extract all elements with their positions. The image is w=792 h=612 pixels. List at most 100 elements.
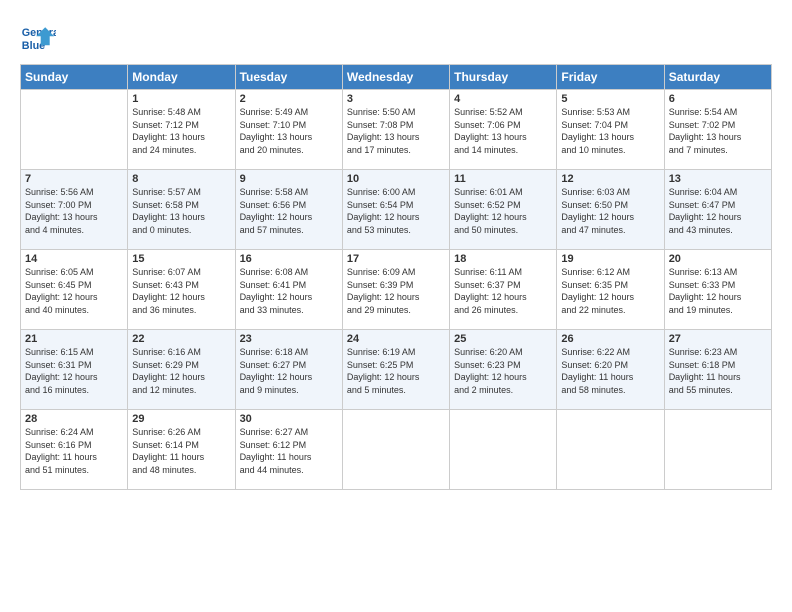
calendar-cell: 13Sunrise: 6:04 AMSunset: 6:47 PMDayligh… bbox=[664, 170, 771, 250]
day-number: 29 bbox=[132, 413, 230, 425]
day-info: Sunrise: 6:12 AMSunset: 6:35 PMDaylight:… bbox=[561, 266, 659, 316]
calendar-cell: 27Sunrise: 6:23 AMSunset: 6:18 PMDayligh… bbox=[664, 330, 771, 410]
calendar-cell: 24Sunrise: 6:19 AMSunset: 6:25 PMDayligh… bbox=[342, 330, 449, 410]
calendar-cell: 20Sunrise: 6:13 AMSunset: 6:33 PMDayligh… bbox=[664, 250, 771, 330]
calendar-cell: 1Sunrise: 5:48 AMSunset: 7:12 PMDaylight… bbox=[128, 90, 235, 170]
calendar-week-5: 28Sunrise: 6:24 AMSunset: 6:16 PMDayligh… bbox=[21, 410, 772, 490]
day-number: 13 bbox=[669, 173, 767, 185]
col-header-thursday: Thursday bbox=[450, 65, 557, 90]
calendar-cell bbox=[342, 410, 449, 490]
calendar-cell: 14Sunrise: 6:05 AMSunset: 6:45 PMDayligh… bbox=[21, 250, 128, 330]
day-number: 15 bbox=[132, 253, 230, 265]
day-info: Sunrise: 5:56 AMSunset: 7:00 PMDaylight:… bbox=[25, 186, 123, 236]
day-info: Sunrise: 6:01 AMSunset: 6:52 PMDaylight:… bbox=[454, 186, 552, 236]
calendar-cell bbox=[450, 410, 557, 490]
day-number: 8 bbox=[132, 173, 230, 185]
day-number: 30 bbox=[240, 413, 338, 425]
day-number: 21 bbox=[25, 333, 123, 345]
day-number: 25 bbox=[454, 333, 552, 345]
day-info: Sunrise: 6:08 AMSunset: 6:41 PMDaylight:… bbox=[240, 266, 338, 316]
day-number: 24 bbox=[347, 333, 445, 345]
day-info: Sunrise: 5:49 AMSunset: 7:10 PMDaylight:… bbox=[240, 106, 338, 156]
col-header-saturday: Saturday bbox=[664, 65, 771, 90]
calendar-cell: 30Sunrise: 6:27 AMSunset: 6:12 PMDayligh… bbox=[235, 410, 342, 490]
calendar-cell: 28Sunrise: 6:24 AMSunset: 6:16 PMDayligh… bbox=[21, 410, 128, 490]
col-header-friday: Friday bbox=[557, 65, 664, 90]
day-info: Sunrise: 6:00 AMSunset: 6:54 PMDaylight:… bbox=[347, 186, 445, 236]
calendar-cell: 26Sunrise: 6:22 AMSunset: 6:20 PMDayligh… bbox=[557, 330, 664, 410]
day-info: Sunrise: 6:04 AMSunset: 6:47 PMDaylight:… bbox=[669, 186, 767, 236]
calendar-cell: 5Sunrise: 5:53 AMSunset: 7:04 PMDaylight… bbox=[557, 90, 664, 170]
calendar-table: SundayMondayTuesdayWednesdayThursdayFrid… bbox=[20, 64, 772, 490]
day-info: Sunrise: 6:22 AMSunset: 6:20 PMDaylight:… bbox=[561, 346, 659, 396]
calendar-week-3: 14Sunrise: 6:05 AMSunset: 6:45 PMDayligh… bbox=[21, 250, 772, 330]
day-number: 1 bbox=[132, 93, 230, 105]
page-header: General Blue bbox=[20, 20, 772, 56]
day-number: 6 bbox=[669, 93, 767, 105]
day-number: 14 bbox=[25, 253, 123, 265]
day-info: Sunrise: 5:57 AMSunset: 6:58 PMDaylight:… bbox=[132, 186, 230, 236]
day-number: 16 bbox=[240, 253, 338, 265]
calendar-cell: 7Sunrise: 5:56 AMSunset: 7:00 PMDaylight… bbox=[21, 170, 128, 250]
calendar-header-row: SundayMondayTuesdayWednesdayThursdayFrid… bbox=[21, 65, 772, 90]
day-number: 28 bbox=[25, 413, 123, 425]
day-info: Sunrise: 5:58 AMSunset: 6:56 PMDaylight:… bbox=[240, 186, 338, 236]
calendar-week-4: 21Sunrise: 6:15 AMSunset: 6:31 PMDayligh… bbox=[21, 330, 772, 410]
calendar-cell: 3Sunrise: 5:50 AMSunset: 7:08 PMDaylight… bbox=[342, 90, 449, 170]
day-info: Sunrise: 5:53 AMSunset: 7:04 PMDaylight:… bbox=[561, 106, 659, 156]
calendar-cell: 19Sunrise: 6:12 AMSunset: 6:35 PMDayligh… bbox=[557, 250, 664, 330]
day-info: Sunrise: 6:26 AMSunset: 6:14 PMDaylight:… bbox=[132, 426, 230, 476]
calendar-cell: 25Sunrise: 6:20 AMSunset: 6:23 PMDayligh… bbox=[450, 330, 557, 410]
day-info: Sunrise: 6:16 AMSunset: 6:29 PMDaylight:… bbox=[132, 346, 230, 396]
calendar-cell: 23Sunrise: 6:18 AMSunset: 6:27 PMDayligh… bbox=[235, 330, 342, 410]
day-info: Sunrise: 5:52 AMSunset: 7:06 PMDaylight:… bbox=[454, 106, 552, 156]
col-header-monday: Monday bbox=[128, 65, 235, 90]
day-info: Sunrise: 6:27 AMSunset: 6:12 PMDaylight:… bbox=[240, 426, 338, 476]
day-number: 22 bbox=[132, 333, 230, 345]
calendar-week-2: 7Sunrise: 5:56 AMSunset: 7:00 PMDaylight… bbox=[21, 170, 772, 250]
calendar-cell: 18Sunrise: 6:11 AMSunset: 6:37 PMDayligh… bbox=[450, 250, 557, 330]
calendar-cell: 4Sunrise: 5:52 AMSunset: 7:06 PMDaylight… bbox=[450, 90, 557, 170]
logo: General Blue bbox=[20, 20, 60, 56]
day-number: 2 bbox=[240, 93, 338, 105]
day-info: Sunrise: 6:23 AMSunset: 6:18 PMDaylight:… bbox=[669, 346, 767, 396]
day-number: 7 bbox=[25, 173, 123, 185]
day-info: Sunrise: 6:13 AMSunset: 6:33 PMDaylight:… bbox=[669, 266, 767, 316]
day-info: Sunrise: 5:50 AMSunset: 7:08 PMDaylight:… bbox=[347, 106, 445, 156]
calendar-cell: 22Sunrise: 6:16 AMSunset: 6:29 PMDayligh… bbox=[128, 330, 235, 410]
day-info: Sunrise: 6:07 AMSunset: 6:43 PMDaylight:… bbox=[132, 266, 230, 316]
calendar-week-1: 1Sunrise: 5:48 AMSunset: 7:12 PMDaylight… bbox=[21, 90, 772, 170]
day-number: 10 bbox=[347, 173, 445, 185]
calendar-cell bbox=[664, 410, 771, 490]
day-number: 3 bbox=[347, 93, 445, 105]
day-info: Sunrise: 5:48 AMSunset: 7:12 PMDaylight:… bbox=[132, 106, 230, 156]
day-info: Sunrise: 6:11 AMSunset: 6:37 PMDaylight:… bbox=[454, 266, 552, 316]
day-info: Sunrise: 6:15 AMSunset: 6:31 PMDaylight:… bbox=[25, 346, 123, 396]
day-number: 27 bbox=[669, 333, 767, 345]
calendar-cell: 15Sunrise: 6:07 AMSunset: 6:43 PMDayligh… bbox=[128, 250, 235, 330]
day-number: 9 bbox=[240, 173, 338, 185]
day-info: Sunrise: 6:20 AMSunset: 6:23 PMDaylight:… bbox=[454, 346, 552, 396]
col-header-sunday: Sunday bbox=[21, 65, 128, 90]
day-number: 11 bbox=[454, 173, 552, 185]
calendar-cell: 9Sunrise: 5:58 AMSunset: 6:56 PMDaylight… bbox=[235, 170, 342, 250]
day-number: 5 bbox=[561, 93, 659, 105]
logo-icon: General Blue bbox=[20, 20, 56, 56]
calendar-cell: 11Sunrise: 6:01 AMSunset: 6:52 PMDayligh… bbox=[450, 170, 557, 250]
calendar-cell: 2Sunrise: 5:49 AMSunset: 7:10 PMDaylight… bbox=[235, 90, 342, 170]
day-info: Sunrise: 6:19 AMSunset: 6:25 PMDaylight:… bbox=[347, 346, 445, 396]
day-info: Sunrise: 6:05 AMSunset: 6:45 PMDaylight:… bbox=[25, 266, 123, 316]
col-header-wednesday: Wednesday bbox=[342, 65, 449, 90]
day-number: 19 bbox=[561, 253, 659, 265]
day-number: 20 bbox=[669, 253, 767, 265]
calendar-cell: 12Sunrise: 6:03 AMSunset: 6:50 PMDayligh… bbox=[557, 170, 664, 250]
day-info: Sunrise: 6:24 AMSunset: 6:16 PMDaylight:… bbox=[25, 426, 123, 476]
day-number: 23 bbox=[240, 333, 338, 345]
day-info: Sunrise: 6:09 AMSunset: 6:39 PMDaylight:… bbox=[347, 266, 445, 316]
calendar-cell: 29Sunrise: 6:26 AMSunset: 6:14 PMDayligh… bbox=[128, 410, 235, 490]
calendar-cell bbox=[21, 90, 128, 170]
calendar-cell: 17Sunrise: 6:09 AMSunset: 6:39 PMDayligh… bbox=[342, 250, 449, 330]
day-info: Sunrise: 5:54 AMSunset: 7:02 PMDaylight:… bbox=[669, 106, 767, 156]
calendar-cell: 8Sunrise: 5:57 AMSunset: 6:58 PMDaylight… bbox=[128, 170, 235, 250]
calendar-cell: 10Sunrise: 6:00 AMSunset: 6:54 PMDayligh… bbox=[342, 170, 449, 250]
